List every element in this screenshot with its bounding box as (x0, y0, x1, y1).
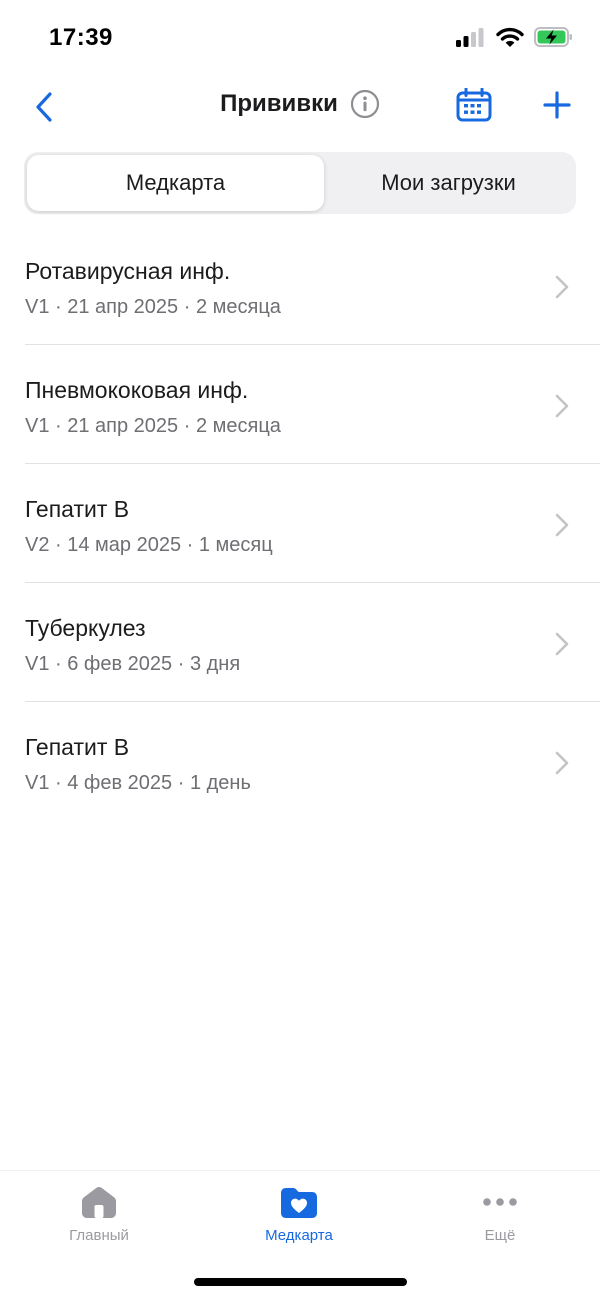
ellipsis-icon (483, 1198, 517, 1206)
chevron-right-icon (555, 513, 569, 537)
chevron-right-icon (555, 632, 569, 656)
vaccine-name: Пневмококовая инф. (25, 377, 249, 403)
status-bar: 17:39 (0, 0, 600, 76)
tab-more[interactable]: Ещё (420, 1185, 580, 1255)
list-item[interactable]: Гепатит В V1 · 4 фев 2025 · 1 день (0, 702, 600, 821)
house-icon (82, 1187, 116, 1218)
list-item[interactable]: Туберкулез V1 · 6 фев 2025 · 3 дня (0, 583, 600, 702)
segmented-control: Медкарта Мои загрузки (24, 152, 576, 214)
vaccine-details: V2 · 14 мар 2025 · 1 месяц (25, 534, 273, 556)
cellular-signal-icon (456, 27, 486, 52)
segment-medcard[interactable]: Медкарта (27, 155, 324, 211)
tab-label: Главный (69, 1227, 129, 1244)
chevron-right-icon (555, 394, 569, 418)
vaccine-name: Гепатит В (25, 496, 130, 522)
list-item[interactable]: Пневмококовая инф. V1 · 21 апр 2025 · 2 … (0, 345, 600, 464)
vaccine-details: V1 · 21 апр 2025 · 2 месяца (25, 415, 281, 437)
info-icon (350, 89, 379, 119)
nav-title-group: Прививки (0, 89, 600, 119)
vaccine-name: Гепатит В (25, 734, 130, 760)
info-button[interactable] (350, 89, 380, 119)
folder-heart-icon (281, 1188, 317, 1218)
status-icons (456, 26, 574, 53)
vaccine-name: Ротавирусная инф. (25, 258, 231, 284)
chevron-right-icon (555, 275, 569, 299)
list-item[interactable]: Гепатит В V2 · 14 мар 2025 · 1 месяц (0, 464, 600, 583)
calendar-button[interactable] (455, 86, 493, 124)
tab-label: Ещё (484, 1227, 516, 1244)
tab-home[interactable]: Главный (19, 1185, 179, 1255)
add-button[interactable] (540, 88, 574, 122)
segment-my-uploads[interactable]: Мои загрузки (324, 155, 573, 211)
tab-label: Медкарта (265, 1227, 333, 1244)
wifi-icon (496, 27, 524, 53)
vaccine-name: Туберкулез (25, 615, 146, 641)
page-title: Прививки (220, 90, 338, 117)
navigation-bar: Прививки (0, 76, 600, 138)
chevron-right-icon (555, 751, 569, 775)
battery-charging-icon (534, 26, 574, 53)
vaccination-list: Ротавирусная инф. V1 · 21 апр 2025 · 2 м… (0, 226, 600, 821)
list-item[interactable]: Ротавирусная инф. V1 · 21 апр 2025 · 2 м… (0, 226, 600, 345)
vaccine-details: V1 · 4 фев 2025 · 1 день (25, 772, 251, 794)
vaccine-details: V1 · 21 апр 2025 · 2 месяца (25, 296, 281, 318)
plus-icon (543, 91, 571, 119)
tab-medcard[interactable]: Медкарта (219, 1185, 379, 1255)
status-time: 17:39 (49, 24, 113, 51)
home-indicator[interactable] (194, 1278, 407, 1286)
calendar-icon (456, 88, 492, 122)
vaccine-details: V1 · 6 фев 2025 · 3 дня (25, 653, 241, 675)
